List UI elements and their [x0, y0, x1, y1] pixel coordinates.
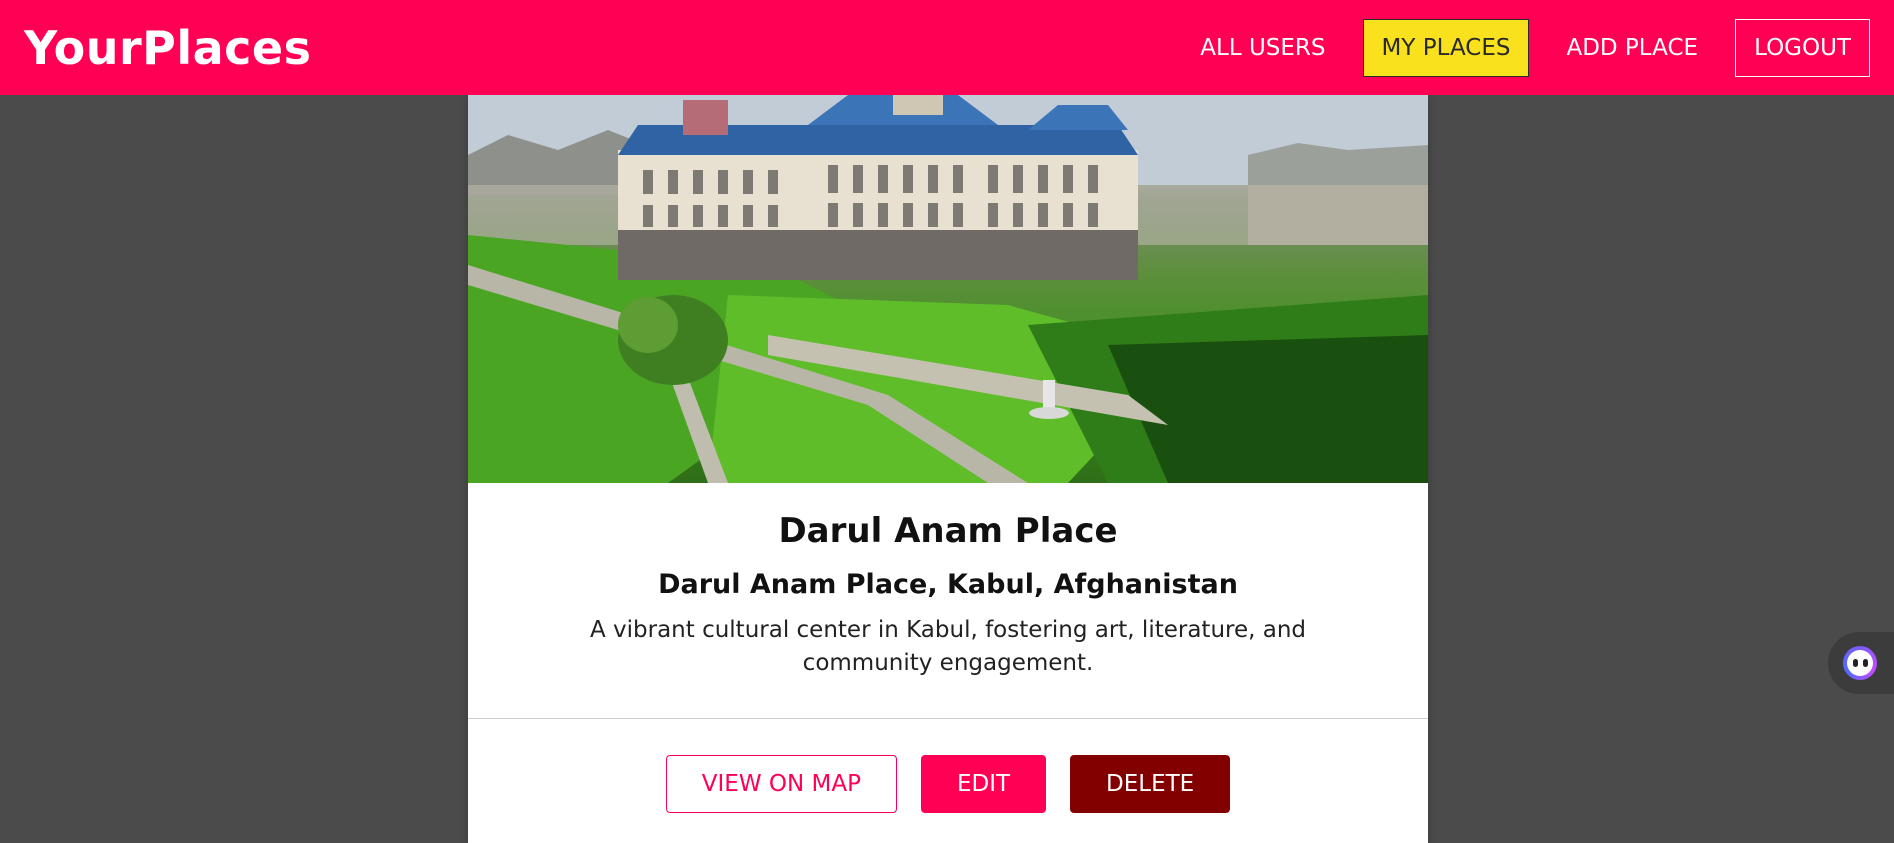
place-address: Darul Anam Place, Kabul, Afghanistan [658, 569, 1238, 600]
place-image-illustration [468, 95, 1428, 483]
place-image [468, 95, 1428, 483]
place-title: Darul Anam Place [778, 511, 1118, 551]
delete-button[interactable]: DELETE [1070, 755, 1231, 813]
place-description: A vibrant cultural center in Kabul, fost… [589, 617, 1307, 676]
view-on-map-button[interactable]: VIEW ON MAP [665, 755, 897, 813]
place-info: Darul Anam Place Darul Anam Place, Kabul… [468, 483, 1428, 719]
main-nav: ALL USERS MY PLACES ADD PLACE LOGOUT [1181, 0, 1870, 95]
place-card: Darul Anam Place Darul Anam Place, Kabul… [468, 95, 1428, 843]
nav-all-users[interactable]: ALL USERS [1181, 19, 1344, 77]
main-header: YourPlaces ALL USERS MY PLACES ADD PLACE… [0, 0, 1894, 95]
assistant-face [1847, 650, 1873, 676]
logout-button[interactable]: LOGOUT [1735, 18, 1870, 77]
assistant-bot-icon[interactable] [1843, 646, 1877, 680]
nav-my-places[interactable]: MY PLACES [1362, 18, 1530, 77]
app-logo[interactable]: YourPlaces [24, 21, 312, 75]
nav-add-place[interactable]: ADD PLACE [1547, 19, 1717, 77]
assistant-widget[interactable] [1828, 632, 1894, 694]
edit-button[interactable]: EDIT [920, 755, 1047, 813]
place-actions: VIEW ON MAP EDIT DELETE [468, 719, 1428, 813]
